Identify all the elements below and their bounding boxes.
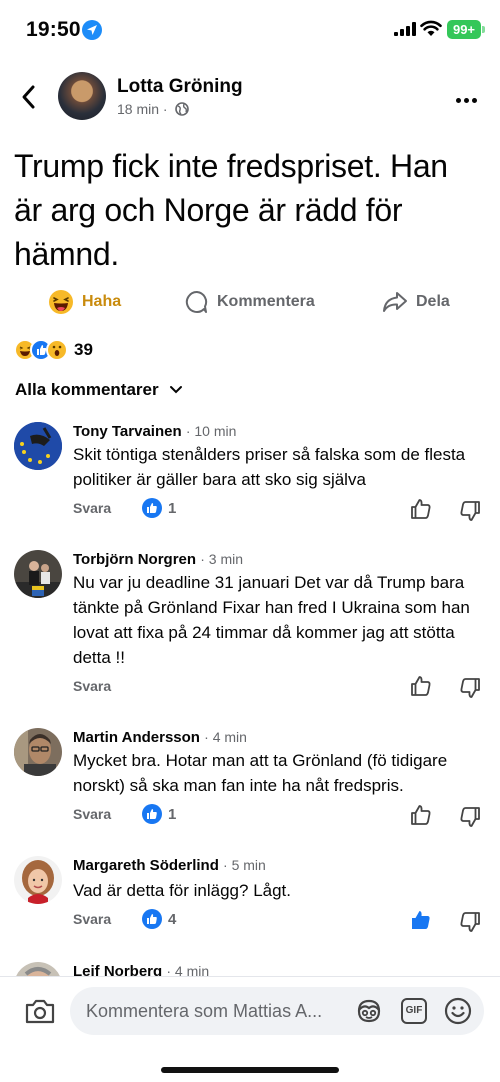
signal-icon <box>394 22 416 36</box>
reply-button[interactable]: Svara <box>73 678 111 694</box>
filter-label: Alla kommentarer <box>15 380 159 399</box>
share-arrow-icon <box>383 292 407 312</box>
comment-likes[interactable]: 1 <box>142 498 176 518</box>
haha-icon <box>49 290 73 314</box>
status-bar: 19:50 99+ <box>0 0 500 60</box>
comment-text: Vad är detta för inlägg? Lågt. <box>73 881 292 900</box>
author-avatar[interactable] <box>58 72 106 120</box>
comment-filter-dropdown[interactable]: Alla kommentarer <box>15 380 183 400</box>
thumbs-up-filled-icon[interactable] <box>410 909 432 931</box>
comment-item: Tony Tarvainen · 10 min Skit töntiga ste… <box>0 418 500 528</box>
post-text: Trump fick inte fredspriset. Han är arg … <box>14 148 448 272</box>
avatar-sticker-icon[interactable] <box>355 998 383 1024</box>
comment-button[interactable]: Kommentera <box>185 286 315 318</box>
comment-bubble-icon <box>185 290 208 313</box>
comment-composer: Kommentera som Mattias A... GIF <box>0 978 500 1082</box>
commenter-name[interactable]: Tony Tarvainen · 10 min <box>73 423 236 440</box>
comment-text: Skit töntiga stenålders priser så falska… <box>73 445 466 489</box>
post-time-text: 18 min <box>117 101 160 117</box>
gif-icon[interactable]: GIF <box>401 998 427 1024</box>
thumbs-up-icon[interactable] <box>410 498 432 520</box>
comment-time: · 4 min <box>166 963 210 976</box>
comment-item: Leif Norberg · 4 min <box>0 958 500 976</box>
like-badge-icon <box>142 804 162 824</box>
commenter-avatar[interactable] <box>14 422 62 470</box>
comment-text: Nu var ju deadline 31 januari Det var då… <box>73 573 470 667</box>
thumbs-down-icon[interactable] <box>459 806 481 828</box>
like-count: 4 <box>168 910 177 928</box>
haha-label: Haha <box>82 293 122 310</box>
commenter-name[interactable]: Leif Norberg · 4 min <box>73 963 209 976</box>
comment-input-placeholder: Kommentera som Mattias A... <box>86 1001 323 1021</box>
thumbs-up-icon[interactable] <box>410 804 432 826</box>
post-actions: Haha Kommentera Dela <box>0 282 500 322</box>
haha-button[interactable]: Haha <box>48 286 121 318</box>
share-label: Dela <box>416 293 450 310</box>
like-count: 1 <box>168 499 177 517</box>
reply-button[interactable]: Svara <box>73 911 111 927</box>
reactions-summary[interactable]: 39 <box>14 338 93 362</box>
location-arrow-icon <box>82 20 102 40</box>
commenter-avatar[interactable] <box>14 856 62 904</box>
commenter-name-text: Martin Andersson <box>73 729 200 746</box>
wow-reaction-icon <box>46 339 68 361</box>
thumbs-down-icon[interactable] <box>459 911 481 933</box>
comment-time: · 3 min <box>200 551 244 567</box>
like-badge-icon <box>142 498 162 518</box>
comment-item: Martin Andersson · 4 min Mycket bra. Hot… <box>0 724 500 834</box>
more-options-button[interactable] <box>456 90 484 103</box>
comment-likes[interactable]: 1 <box>142 804 176 824</box>
comment-item: Torbjörn Norgren · 3 min Nu var ju deadl… <box>0 546 500 706</box>
thumbs-up-icon[interactable] <box>410 675 432 697</box>
meta-separator: · <box>162 101 168 117</box>
globe-icon <box>175 102 189 116</box>
reply-button[interactable]: Svara <box>73 500 111 516</box>
wifi-icon <box>420 20 442 36</box>
author-name[interactable]: Lotta Gröning <box>117 76 243 98</box>
commenter-name-text: Tony Tarvainen <box>73 423 182 440</box>
comment-text: Mycket bra. Hotar man att ta Grönland (f… <box>73 751 448 795</box>
battery-indicator: 99+ <box>447 20 481 39</box>
commenter-name-text: Margareth Söderlind <box>73 857 219 874</box>
commenter-avatar[interactable] <box>14 962 62 976</box>
reply-button[interactable]: Svara <box>73 806 111 822</box>
like-count: 1 <box>168 805 177 823</box>
comment-likes[interactable]: 4 <box>142 909 176 929</box>
commenter-name[interactable]: Martin Andersson · 4 min <box>73 729 247 746</box>
back-arrow-icon[interactable] <box>16 82 42 112</box>
comment-time: · 5 min <box>223 857 266 873</box>
commenter-name-text: Torbjörn Norgren <box>73 551 197 568</box>
thumbs-down-icon[interactable] <box>459 677 481 699</box>
share-button[interactable]: Dela <box>382 286 450 318</box>
commenter-name[interactable]: Torbjörn Norgren · 3 min <box>73 551 243 568</box>
home-indicator[interactable] <box>161 1067 339 1073</box>
commenter-avatar[interactable] <box>14 550 62 598</box>
like-badge-icon <box>142 909 162 929</box>
post-time: 18 min · <box>117 101 168 117</box>
status-time: 19:50 <box>26 18 81 41</box>
commenter-name-text: Leif Norberg <box>73 963 163 976</box>
composer-divider <box>0 976 500 977</box>
thumbs-down-icon[interactable] <box>459 500 481 522</box>
comment-label: Kommentera <box>217 293 315 310</box>
commenter-name[interactable]: Margareth Söderlind · 5 min <box>73 857 266 874</box>
commenter-avatar[interactable] <box>14 728 62 776</box>
comment-time: · 4 min <box>204 729 247 745</box>
comment-input[interactable]: Kommentera som Mattias A... GIF <box>70 987 484 1035</box>
reaction-count: 39 <box>74 340 93 359</box>
camera-icon[interactable] <box>24 996 56 1026</box>
emoji-icon[interactable] <box>444 997 472 1025</box>
chevron-down-icon <box>169 386 182 394</box>
comment-time: · 10 min <box>185 423 237 439</box>
battery-tip <box>482 26 485 33</box>
comment-item: Margareth Söderlind · 5 min Vad är detta… <box>0 852 500 942</box>
post-header: Lotta Gröning 18 min · <box>0 68 500 126</box>
